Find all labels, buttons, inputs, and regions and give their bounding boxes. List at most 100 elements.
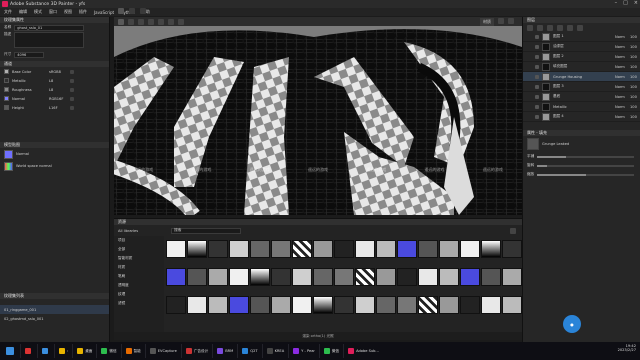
- minimize-icon[interactable]: –: [615, 0, 618, 6]
- layer-blend[interactable]: Norm: [615, 105, 627, 109]
- layer-opacity[interactable]: 100: [630, 55, 640, 59]
- layer-item[interactable]: 填充图层 Norm 100: [523, 62, 640, 72]
- material-thumbnail[interactable]: [271, 296, 291, 314]
- visibility-eye-icon[interactable]: [535, 114, 539, 119]
- texture-set-item[interactable]: 01_ringgame_001: [0, 305, 109, 314]
- taskbar-item[interactable]: EVCapture: [144, 344, 181, 358]
- material-thumbnail[interactable]: [292, 296, 312, 314]
- layer-item[interactable]: Metallic Norm 100: [523, 102, 640, 112]
- layer-opacity[interactable]: 100: [630, 115, 640, 119]
- layer-item[interactable]: 图层 4 Norm 100: [523, 112, 640, 122]
- visibility-eye-icon[interactable]: [535, 34, 539, 39]
- viewport-mode-select[interactable]: 材质: [480, 18, 494, 26]
- material-thumbnail[interactable]: [187, 268, 207, 286]
- menu-plugins[interactable]: 插件: [79, 9, 87, 15]
- shelf-category[interactable]: 材质: [114, 263, 164, 272]
- add-effect-icon[interactable]: [557, 24, 563, 31]
- material-thumbnail[interactable]: [271, 240, 291, 258]
- layer-blend[interactable]: Norm: [615, 55, 627, 59]
- 3d-viewport[interactable]: 遥远的游戏 遥远的游戏 遥远的游戏 遥远的游戏 遥远的游戏 遥远的游戏 遥远的游…: [114, 17, 522, 215]
- taskbar-item[interactable]: [20, 344, 37, 358]
- shelf-category[interactable]: 项目: [114, 236, 164, 245]
- layer-item[interactable]: 图层 2 Norm 100: [523, 52, 640, 62]
- material-thumbnail[interactable]: [397, 240, 417, 258]
- camera-icon[interactable]: [498, 18, 504, 24]
- material-thumbnail[interactable]: [187, 296, 207, 314]
- layer-blend[interactable]: Norm: [615, 95, 627, 99]
- visibility-eye-icon[interactable]: [535, 44, 539, 49]
- material-thumbnail[interactable]: [334, 268, 354, 286]
- taskbar-item[interactable]: 微信: [96, 344, 120, 358]
- material-thumbnail[interactable]: [313, 268, 333, 286]
- material-thumbnail[interactable]: [376, 240, 396, 258]
- material-thumbnail[interactable]: [481, 268, 501, 286]
- smudge-icon[interactable]: [158, 18, 164, 25]
- material-thumbnail[interactable]: [397, 296, 417, 314]
- material-thumbnail[interactable]: [418, 296, 438, 314]
- material-thumbnail[interactable]: [250, 240, 270, 258]
- material-thumbnail[interactable]: [502, 296, 522, 314]
- layer-opacity[interactable]: 100: [630, 65, 640, 69]
- layer-item[interactable]: 基底 Norm 100: [523, 92, 640, 102]
- texture-set-item[interactable]: 02_ghostmd_sslo_001: [0, 314, 109, 323]
- size-select[interactable]: 4096: [14, 51, 45, 58]
- material-thumbnail[interactable]: [208, 240, 228, 258]
- visibility-eye-icon[interactable]: [535, 64, 539, 69]
- layer-opacity[interactable]: 100: [630, 35, 640, 39]
- layer-opacity[interactable]: 100: [630, 95, 640, 99]
- material-thumbnail[interactable]: [229, 240, 249, 258]
- channel-row[interactable]: Base Color sRGB8: [0, 67, 109, 76]
- material-thumbnail[interactable]: [271, 268, 291, 286]
- layer-item[interactable]: 图层 1 Norm 100: [523, 32, 640, 42]
- material-thumbnail[interactable]: [229, 296, 249, 314]
- taskbar-item[interactable]: Y - Pear: [288, 344, 319, 358]
- material-thumbnail[interactable]: [166, 268, 186, 286]
- material-thumbnail[interactable]: [250, 296, 270, 314]
- material-thumbnail[interactable]: [439, 296, 459, 314]
- delete-layer-icon[interactable]: [577, 24, 583, 31]
- shelf-category[interactable]: 滤镜: [114, 299, 164, 308]
- material-thumbnail[interactable]: [418, 268, 438, 286]
- visibility-eye-icon[interactable]: [535, 54, 539, 59]
- taskbar-item[interactable]: 智能: [120, 344, 145, 358]
- display-settings-icon[interactable]: [508, 18, 514, 24]
- clone-icon[interactable]: [168, 18, 174, 25]
- layer-blend[interactable]: Norm: [615, 45, 627, 49]
- projection-icon[interactable]: [138, 18, 144, 25]
- taskbar-item[interactable]: :: [54, 344, 72, 358]
- picker-icon[interactable]: [178, 18, 184, 25]
- system-clock[interactable]: 19:42 2023/2/27: [618, 344, 636, 352]
- material-thumbnail[interactable]: [460, 296, 480, 314]
- add-layer-icon[interactable]: [527, 24, 533, 31]
- remove-channel-icon[interactable]: [70, 78, 74, 83]
- channel-row[interactable]: Normal RGB16F: [0, 94, 109, 103]
- visibility-eye-icon[interactable]: [535, 94, 539, 99]
- shelf-category[interactable]: 全部: [114, 245, 164, 254]
- polygon-fill-icon[interactable]: [148, 18, 154, 25]
- layer-opacity[interactable]: 100: [630, 75, 640, 79]
- visibility-eye-icon[interactable]: [535, 74, 539, 79]
- tiling-slider[interactable]: [537, 155, 634, 158]
- visibility-eye-icon[interactable]: [535, 84, 539, 89]
- map-world-normal[interactable]: World space normal: [16, 164, 52, 168]
- material-thumbnail[interactable]: [229, 268, 249, 286]
- material-thumbnail[interactable]: [166, 296, 186, 314]
- description-field[interactable]: [14, 32, 85, 48]
- material-thumbnail[interactable]: [355, 240, 375, 258]
- maximize-icon[interactable]: □: [623, 0, 628, 6]
- layout-icon[interactable]: [118, 8, 124, 14]
- split-view-icon[interactable]: [129, 8, 135, 14]
- layer-opacity[interactable]: 100: [630, 85, 640, 89]
- layer-item[interactable]: Grunge Housing Norm 100: [523, 72, 640, 82]
- add-mask-icon[interactable]: [547, 24, 553, 31]
- shelf-search-input[interactable]: 搜索: [171, 227, 242, 234]
- taskbar-item[interactable]: KREA: [261, 344, 289, 358]
- material-thumbnail[interactable]: [355, 268, 375, 286]
- material-thumbnail[interactable]: [334, 296, 354, 314]
- material-thumbnail[interactable]: [502, 240, 522, 258]
- taskbar-item[interactable]: 微信: [318, 344, 343, 358]
- texture-view-icon[interactable]: [140, 8, 146, 14]
- map-normal[interactable]: Normal: [16, 152, 29, 156]
- remove-channel-icon[interactable]: [70, 96, 74, 101]
- material-thumbnail[interactable]: [397, 268, 417, 286]
